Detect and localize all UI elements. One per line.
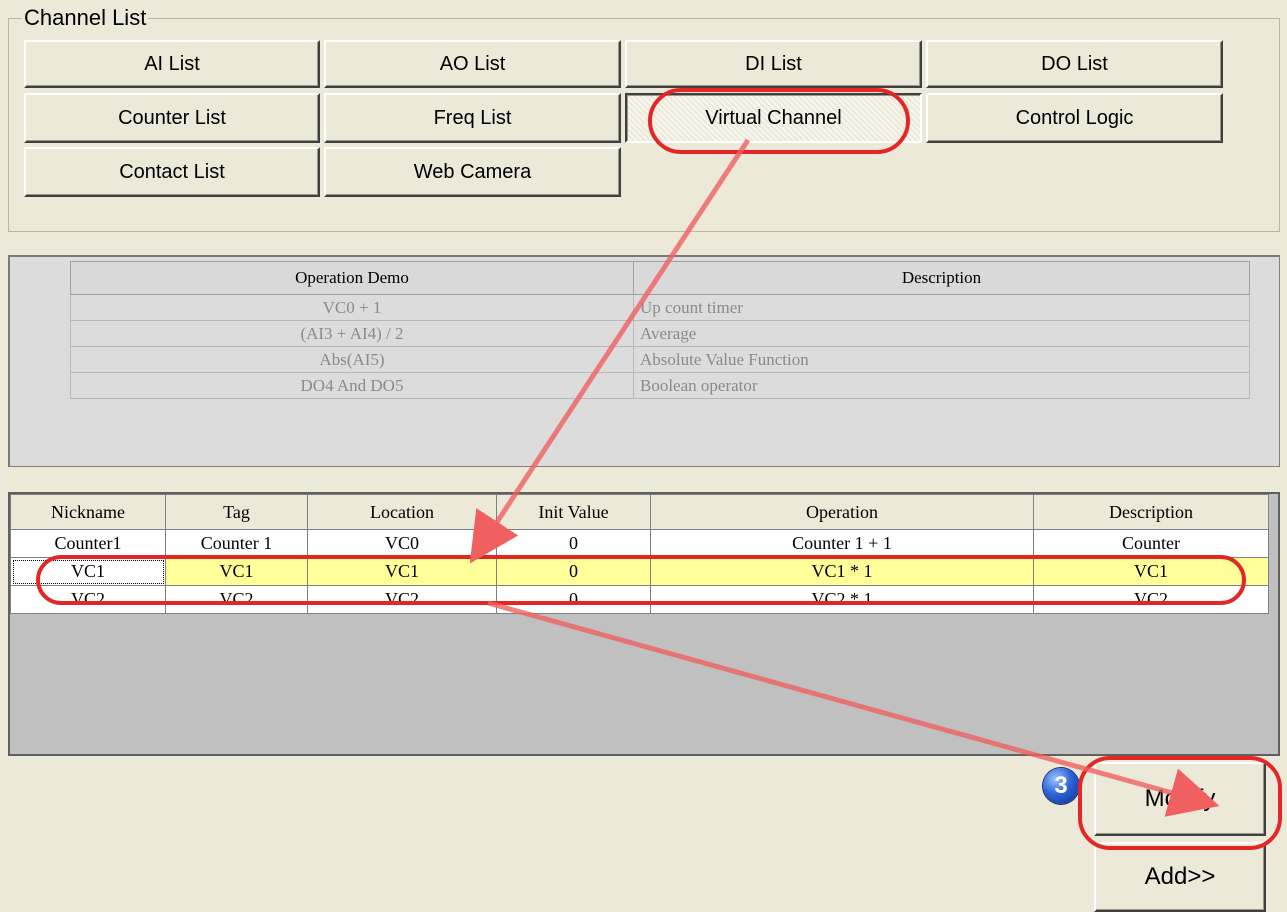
table-row-selected[interactable]: VC1 VC1 VC1 0 VC1 * 1 VC1 xyxy=(10,557,1269,586)
operation-cell[interactable]: VC1 * 1 xyxy=(650,557,1034,586)
control-logic-button[interactable]: Control Logic xyxy=(926,93,1223,143)
table-row[interactable]: (AI3 + AI4) / 2 Average xyxy=(70,320,1250,347)
operation-cell[interactable]: Counter 1 + 1 xyxy=(650,529,1034,558)
location-header[interactable]: Location xyxy=(307,494,497,530)
tag-cell[interactable]: VC2 xyxy=(165,585,308,614)
tag-cell[interactable]: VC1 xyxy=(165,557,308,586)
channel-list-title: Channel List xyxy=(22,4,149,32)
tag-cell[interactable]: Counter 1 xyxy=(165,529,308,558)
table-row[interactable]: Counter1 Counter 1 VC0 0 Counter 1 + 1 C… xyxy=(10,529,1269,558)
location-cell[interactable]: VC2 xyxy=(307,585,497,614)
description-header[interactable]: Description xyxy=(1033,494,1269,530)
description-cell[interactable]: Counter xyxy=(1033,529,1269,558)
description-cell: Up count timer xyxy=(633,294,1250,321)
operation-demo-table: Operation Demo Description VC0 + 1 Up co… xyxy=(70,261,1250,399)
location-cell[interactable]: VC0 xyxy=(307,529,497,558)
ai-list-button[interactable]: AI List xyxy=(24,40,320,88)
operation-header[interactable]: Operation xyxy=(650,494,1034,530)
operation-cell: (AI3 + AI4) / 2 xyxy=(70,320,634,347)
description-cell[interactable]: VC2 xyxy=(1033,585,1269,614)
location-cell[interactable]: VC1 xyxy=(307,557,497,586)
table-row[interactable]: VC2 VC2 VC2 0 VC2 * 1 VC2 xyxy=(10,585,1269,614)
init-value-cell[interactable]: 0 xyxy=(496,529,651,558)
step-number-badge: 3 xyxy=(1043,768,1079,804)
contact-list-button[interactable]: Contact List xyxy=(24,147,320,197)
add-button[interactable]: Add>> xyxy=(1094,842,1266,912)
nickname-cell[interactable]: VC1 xyxy=(10,557,166,586)
virtual-channel-button[interactable]: Virtual Channel xyxy=(625,93,922,143)
modify-button[interactable]: Modify xyxy=(1094,762,1266,836)
table-row[interactable]: VC0 + 1 Up count timer xyxy=(70,294,1250,321)
operation-cell: Abs(AI5) xyxy=(70,346,634,373)
do-list-button[interactable]: DO List xyxy=(926,40,1223,88)
operation-cell: VC0 + 1 xyxy=(70,294,634,321)
operation-demo-panel: Operation Demo Description VC0 + 1 Up co… xyxy=(8,255,1280,467)
virtual-channel-table: Nickname Tag Location Init Value Operati… xyxy=(10,494,1269,614)
description-cell[interactable]: VC1 xyxy=(1033,557,1269,586)
web-camera-button[interactable]: Web Camera xyxy=(324,147,621,197)
nickname-header[interactable]: Nickname xyxy=(10,494,166,530)
operation-demo-header: Operation Demo xyxy=(70,261,634,295)
operation-cell[interactable]: VC2 * 1 xyxy=(650,585,1034,614)
init-value-cell[interactable]: 0 xyxy=(496,557,651,586)
di-list-button[interactable]: DI List xyxy=(625,40,922,88)
nickname-cell[interactable]: VC2 xyxy=(10,585,166,614)
table-row[interactable]: DO4 And DO5 Boolean operator xyxy=(70,372,1250,399)
init-value-cell[interactable]: 0 xyxy=(496,585,651,614)
ao-list-button[interactable]: AO List xyxy=(324,40,621,88)
description-cell: Average xyxy=(633,320,1250,347)
description-cell: Absolute Value Function xyxy=(633,346,1250,373)
tag-header[interactable]: Tag xyxy=(165,494,308,530)
freq-list-button[interactable]: Freq List xyxy=(324,93,621,143)
counter-list-button[interactable]: Counter List xyxy=(24,93,320,143)
operation-cell: DO4 And DO5 xyxy=(70,372,634,399)
virtual-channel-panel: Nickname Tag Location Init Value Operati… xyxy=(8,492,1280,756)
description-header: Description xyxy=(633,261,1250,295)
table-row[interactable]: Abs(AI5) Absolute Value Function xyxy=(70,346,1250,373)
nickname-cell[interactable]: Counter1 xyxy=(10,529,166,558)
description-cell: Boolean operator xyxy=(633,372,1250,399)
init-value-header[interactable]: Init Value xyxy=(496,494,651,530)
